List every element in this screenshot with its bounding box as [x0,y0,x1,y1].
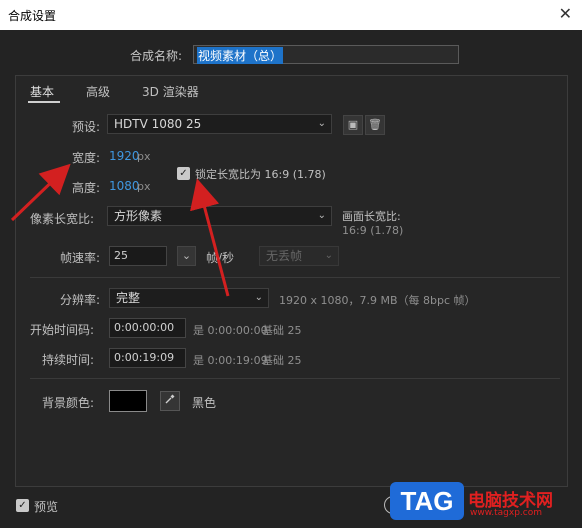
height-unit: px [137,180,151,193]
start-timecode-info: 是 0:00:00:00 [193,324,268,337]
section-divider [30,378,560,379]
background-color-name: 黑色 [192,396,217,410]
start-timecode-input[interactable]: 0:00:00:00 [109,318,186,338]
drop-frame-value: 无丢帧 [266,249,303,263]
chevron-down-icon: ⌄ [324,250,333,261]
comp-name-value: 视频素材（总） [197,47,284,64]
width-label: 宽度: [72,151,101,165]
frame-rate-input[interactable]: 25 [109,246,167,266]
watermark-url: www.tagxp.com [470,508,542,518]
drop-frame-dropdown[interactable]: 无丢帧 ⌄ [259,246,339,266]
frame-aspect-value: 16:9 (1.78) [342,224,404,237]
close-icon[interactable]: ✕ [559,4,572,23]
watermark-logo: TAG [390,482,464,520]
height-label: 高度: [72,181,101,195]
pixel-aspect-label: 像素长宽比: [30,212,95,226]
frame-rate-unit: 帧/秒 [206,251,235,265]
section-divider [30,277,560,278]
comp-name-label: 合成名称: [130,49,183,63]
comp-name-input[interactable]: 视频素材（总） [193,45,459,64]
resolution-info: 1920 x 1080，7.9 MB（每 8bpc 帧） [279,294,476,307]
tab-advanced[interactable]: 高级 [86,83,110,100]
start-timecode-base: 基础 25 [262,324,302,337]
chevron-down-icon: ⌄ [317,210,326,221]
duration-value: 0:00:19:09 [114,351,175,364]
pixel-aspect-dropdown[interactable]: 方形像素 ⌄ [107,206,332,226]
settings-panel [15,75,568,487]
pixel-aspect-value: 方形像素 [114,209,163,223]
active-tab-indicator [28,101,60,103]
height-value[interactable]: 1080 [109,179,140,193]
width-value[interactable]: 1920 [109,149,140,163]
resolution-label: 分辨率: [60,293,101,307]
preview-checkbox[interactable]: ✓ [16,499,29,512]
resolution-value: 完整 [116,291,141,305]
preset-dropdown[interactable]: HDTV 1080 25 ⌄ [107,114,332,134]
frame-rate-chevron-icon[interactable]: ⌄ [177,246,196,266]
resolution-dropdown[interactable]: 完整 ⌄ [109,288,269,308]
preview-label: 预览 [34,500,59,514]
duration-base: 基础 25 [262,354,302,367]
frame-aspect-label: 画面长宽比: [342,210,401,223]
start-timecode-value: 0:00:00:00 [114,321,175,334]
background-color-label: 背景颜色: [42,396,95,410]
tab-basic[interactable]: 基本 [30,83,54,100]
save-preset-icon[interactable]: ▣ [343,115,363,135]
chevron-down-icon: ⌄ [254,292,263,303]
lock-aspect-label: 锁定长宽比为 16:9 (1.78) [195,168,326,181]
trash-icon[interactable]: 🗑 [365,115,385,135]
background-color-swatch[interactable] [109,390,147,412]
chevron-down-icon: ⌄ [317,118,326,129]
tab-3d-renderer[interactable]: 3D 渲染器 [142,83,199,100]
duration-label: 持续时间: [42,353,95,367]
frame-rate-value: 25 [114,249,128,262]
duration-info: 是 0:00:19:09 [193,354,268,367]
title-bar: 合成设置 ✕ [0,0,582,30]
frame-rate-label: 帧速率: [60,251,101,265]
start-timecode-label: 开始时间码: [30,323,95,337]
width-unit: px [137,150,151,163]
eyedropper-icon[interactable] [160,391,180,411]
window-title: 合成设置 [8,9,57,23]
preset-label: 预设: [72,120,101,134]
duration-input[interactable]: 0:00:19:09 [109,348,186,368]
preset-value: HDTV 1080 25 [114,117,202,131]
lock-aspect-checkbox[interactable]: ✓ [177,167,190,180]
